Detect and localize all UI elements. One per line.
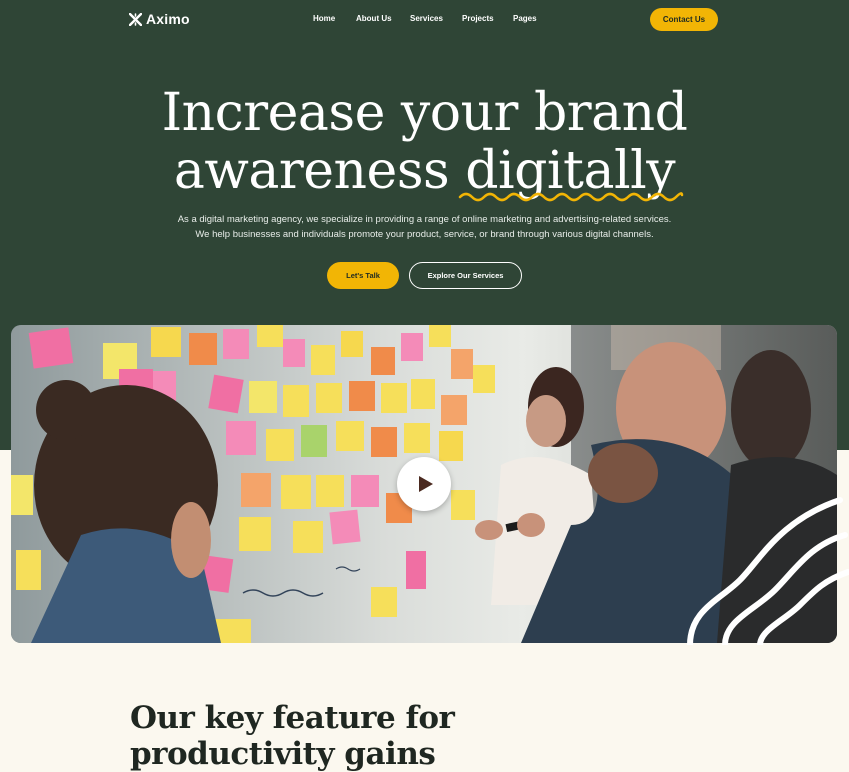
nav-services[interactable]: Services — [410, 12, 443, 25]
subtitle-line-2: We help businesses and individuals promo… — [195, 229, 654, 240]
subtitle-line-1: As a digital marketing agency, we specia… — [177, 214, 672, 225]
headline-line-1: Increase your brand — [161, 83, 688, 143]
nav-home[interactable]: Home — [313, 12, 335, 25]
headline-line-2: awareness digitally — [0, 142, 849, 200]
brand-name: Aximo — [146, 11, 190, 27]
squiggle-underline — [458, 192, 684, 202]
play-icon — [419, 476, 433, 492]
decorative-waves — [687, 497, 849, 645]
brand-logo[interactable]: Aximo — [129, 10, 190, 28]
x-cross-icon — [129, 12, 142, 26]
lets-talk-button[interactable]: Let's Talk — [327, 262, 399, 289]
features-title-line-1: Our key feature for — [130, 700, 455, 736]
play-video-button[interactable] — [397, 457, 451, 511]
features-title: Our key feature for productivity gains — [130, 700, 455, 772]
hero-subtitle: As a digital marketing agency, we specia… — [0, 212, 849, 242]
nav-pages[interactable]: Pages — [513, 12, 537, 25]
features-title-line-2: productivity gains — [130, 736, 436, 772]
explore-services-button[interactable]: Explore Our Services — [409, 262, 522, 289]
headline-prefix: awareness — [173, 141, 466, 201]
contact-us-button[interactable]: Contact Us — [650, 8, 718, 31]
hero-headline: Increase your brand awareness digitally — [0, 84, 849, 200]
nav-projects[interactable]: Projects — [462, 12, 494, 25]
nav-about-us[interactable]: About Us — [356, 12, 392, 25]
